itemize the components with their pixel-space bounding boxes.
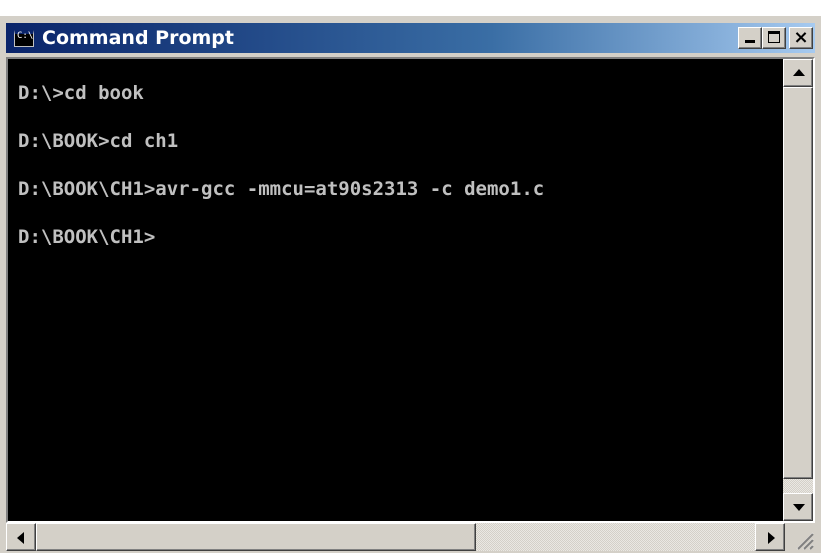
scroll-right-button[interactable] xyxy=(755,523,785,551)
minimize-button[interactable] xyxy=(738,27,762,49)
scroll-up-button[interactable] xyxy=(783,59,813,87)
scroll-down-button[interactable] xyxy=(783,493,813,521)
maximize-button[interactable] xyxy=(762,27,786,49)
vertical-scroll-thumb[interactable] xyxy=(783,87,813,479)
console-frame: D:\>cd book D:\BOOK>cd ch1 D:\BOOK\CH1>a… xyxy=(6,57,815,523)
vertical-scrollbar[interactable] xyxy=(783,59,813,521)
title-bar[interactable]: C:\ Command Prompt × xyxy=(6,23,815,53)
horizontal-scrollbar[interactable] xyxy=(6,523,785,551)
minimize-icon xyxy=(745,40,755,43)
horizontal-scroll-thumb[interactable] xyxy=(36,523,476,551)
close-icon: × xyxy=(793,27,809,48)
console-prompt: D:\BOOK\CH1> xyxy=(18,226,156,248)
console-output[interactable]: D:\>cd book D:\BOOK>cd ch1 D:\BOOK\CH1>a… xyxy=(8,59,783,521)
window-title: Command Prompt xyxy=(42,27,234,49)
arrow-down-icon xyxy=(793,504,805,511)
resize-grip-icon[interactable] xyxy=(787,523,815,551)
console-line: D:\>cd book xyxy=(18,82,144,104)
arrow-up-icon xyxy=(793,69,805,76)
arrow-right-icon xyxy=(768,532,775,544)
console-app-icon-glyph: C:\ xyxy=(17,30,34,41)
maximize-icon xyxy=(768,31,780,43)
command-prompt-window: C:\ Command Prompt × D:\>cd book D:\BOOK… xyxy=(0,16,821,553)
resize-grip-lines xyxy=(796,532,814,550)
console-prompt-line: D:\BOOK\CH1> xyxy=(18,225,783,273)
close-button[interactable]: × xyxy=(789,27,813,49)
arrow-left-icon xyxy=(17,532,24,544)
console-app-icon[interactable]: C:\ xyxy=(14,29,34,47)
console-line: D:\BOOK>cd ch1 xyxy=(18,130,179,152)
caption-buttons: × xyxy=(738,27,813,49)
console-line: D:\BOOK\CH1>avr-gcc -mmcu=at90s2313 -c d… xyxy=(18,178,545,200)
scroll-left-button[interactable] xyxy=(6,523,36,551)
